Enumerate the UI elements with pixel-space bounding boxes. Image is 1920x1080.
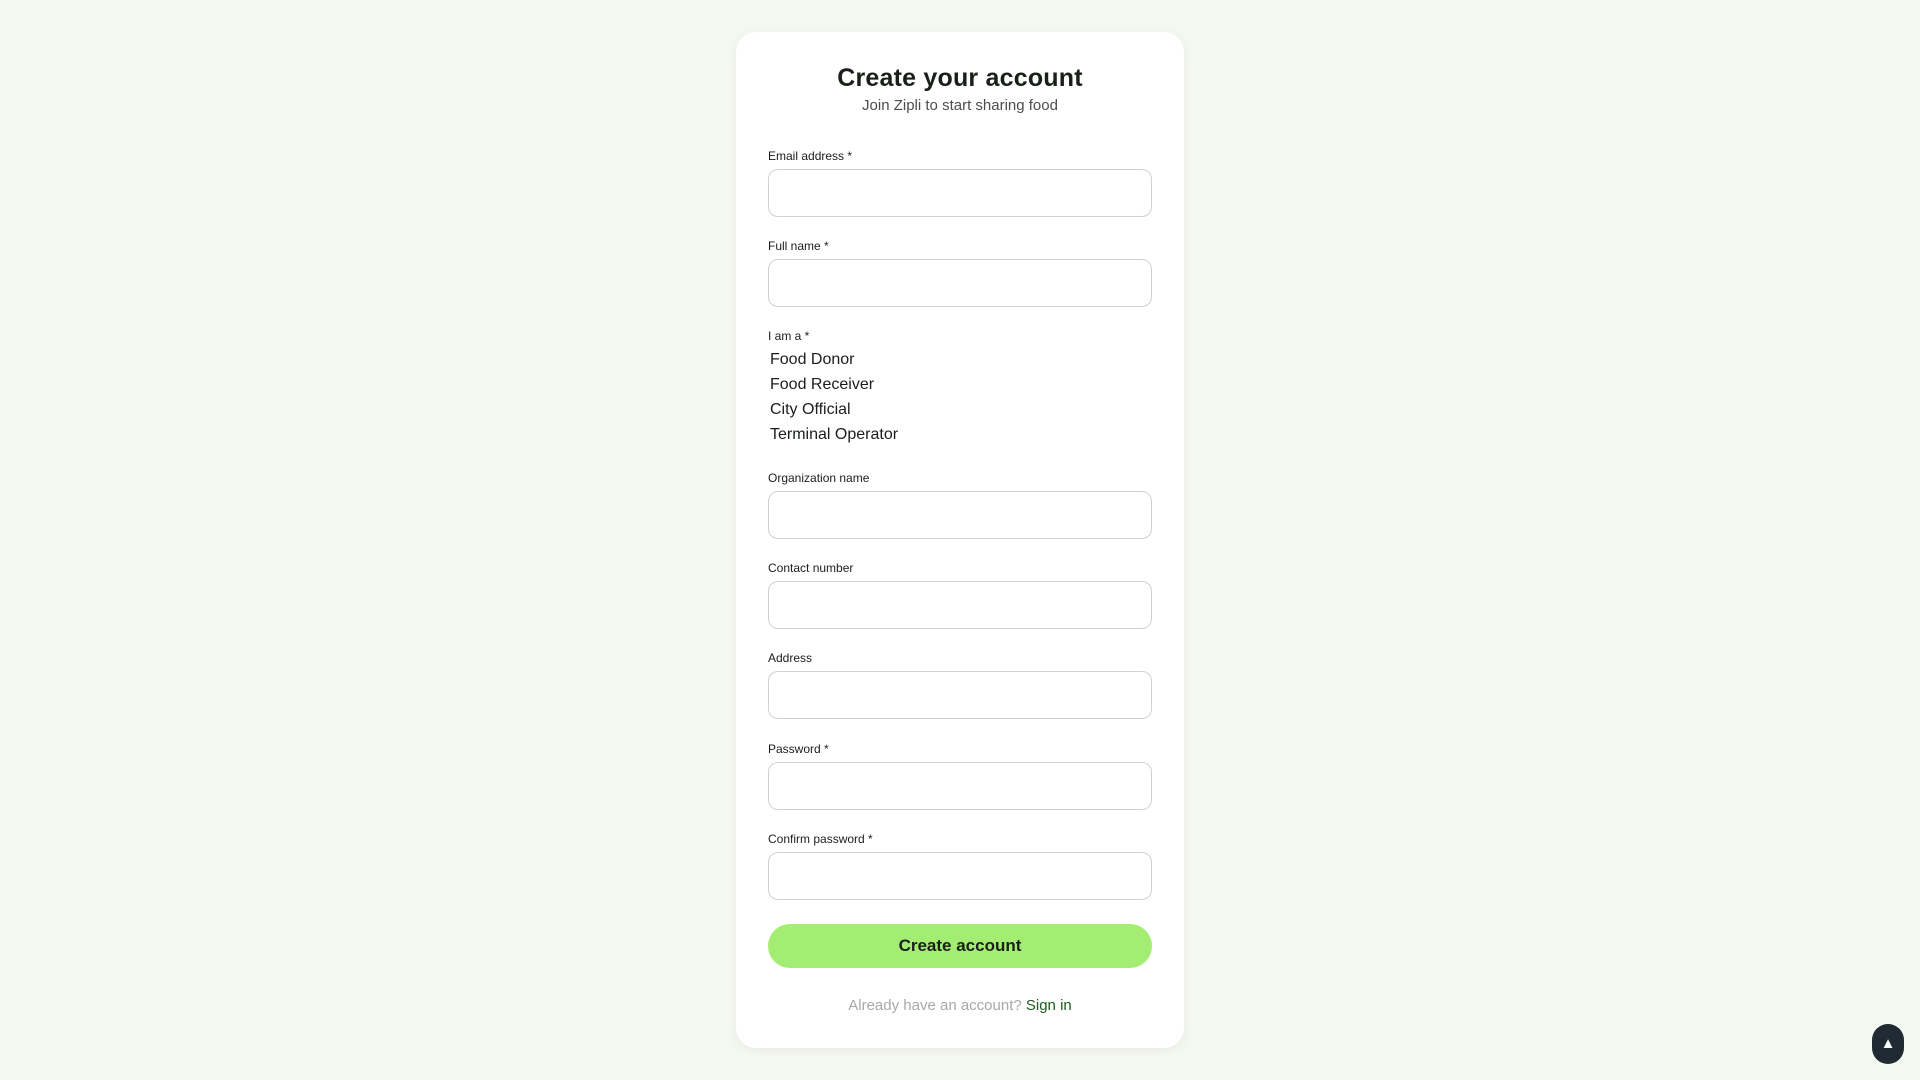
signin-prompt-text: Already have an account?	[848, 997, 1022, 1014]
up-arrow-icon: ▲	[1880, 1035, 1896, 1052]
address-input[interactable]	[768, 671, 1152, 719]
organization-field-group: Organization name	[768, 470, 1152, 539]
contact-field-group: Contact number	[768, 560, 1152, 629]
signup-card: Create your account Join Zipli to start …	[736, 32, 1184, 1048]
password-label: Password *	[768, 742, 829, 756]
confirm-password-field-group: Confirm password *	[768, 831, 1152, 900]
address-label: Address	[768, 651, 813, 665]
email-input[interactable]	[768, 169, 1152, 217]
role-field-group: I am a * Food Donor Food Receiver City O…	[768, 328, 1152, 447]
page-subtitle: Join Zipli to start sharing food	[862, 97, 1058, 114]
email-field-group: Email address *	[768, 148, 1152, 217]
role-listbox[interactable]: Food Donor Food Receiver City Official T…	[768, 347, 1152, 447]
signin-prompt: Already have an account? Sign in	[768, 996, 1152, 1016]
confirm-password-input[interactable]	[768, 852, 1152, 900]
fullname-label: Full name *	[768, 239, 829, 253]
password-input[interactable]	[768, 762, 1152, 810]
role-option-city-official[interactable]: City Official	[768, 397, 1152, 422]
fullname-field-group: Full name *	[768, 238, 1152, 307]
confirm-password-label: Confirm password *	[768, 832, 873, 846]
contact-label: Contact number	[768, 561, 854, 575]
role-option-terminal-operator[interactable]: Terminal Operator	[768, 422, 1152, 447]
page-title: Create your account	[837, 64, 1083, 92]
role-option-food-receiver[interactable]: Food Receiver	[768, 372, 1152, 397]
contact-input[interactable]	[768, 581, 1152, 629]
role-label: I am a *	[768, 329, 810, 343]
fullname-input[interactable]	[768, 259, 1152, 307]
signin-link[interactable]: Sign in	[1026, 997, 1072, 1014]
scroll-to-top-button[interactable]: ▲	[1872, 1024, 1904, 1064]
password-field-group: Password *	[768, 741, 1152, 810]
address-field-group: Address	[768, 650, 1152, 719]
role-option-food-donor[interactable]: Food Donor	[768, 347, 1152, 372]
organization-label: Organization name	[768, 471, 870, 485]
organization-input[interactable]	[768, 491, 1152, 539]
create-account-button[interactable]: Create account	[768, 924, 1152, 968]
email-label: Email address *	[768, 149, 853, 163]
